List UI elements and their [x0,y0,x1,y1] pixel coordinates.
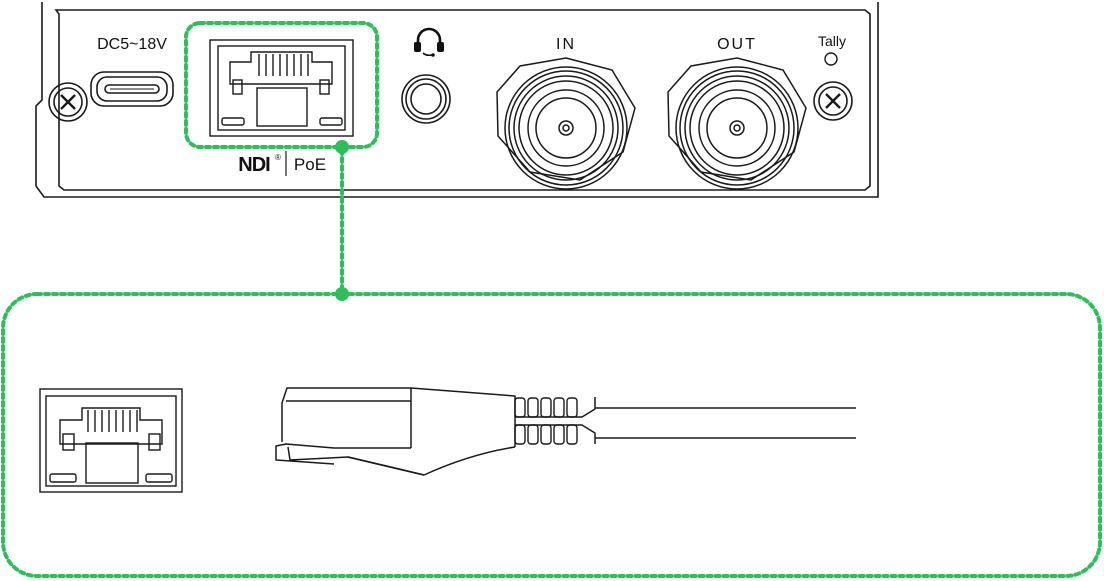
connection-diagram: DC5~18V NDI ® PoE IN OUT Tally [1,2,1102,578]
rj45-connector-icon [275,387,856,476]
ndi-poe-label: NDI ® PoE [238,151,326,176]
bnc-output-connector [667,57,807,190]
highlight-callout [1,21,1102,578]
input-label: IN [556,36,576,53]
headphone-jack [401,74,451,124]
output-label: OUT [717,36,757,53]
callout-dot-top [335,140,349,154]
right-screw [813,81,853,121]
poe-label: PoE [294,155,326,174]
headphone-icon [414,27,444,57]
ethernet-port-icon [39,388,183,493]
bnc-input-connector [496,57,636,190]
usb-c-power-port [90,71,174,107]
registered-mark: ® [275,153,281,162]
left-screw [48,82,88,122]
ethernet-port-panel [209,39,354,137]
tally-led [824,52,838,66]
tally-label: Tally [818,33,846,49]
ndi-label: NDI [238,154,270,176]
callout-dot-bottom [335,287,349,301]
power-label: DC5~18V [97,36,167,53]
port-highlight-frame [184,21,379,149]
